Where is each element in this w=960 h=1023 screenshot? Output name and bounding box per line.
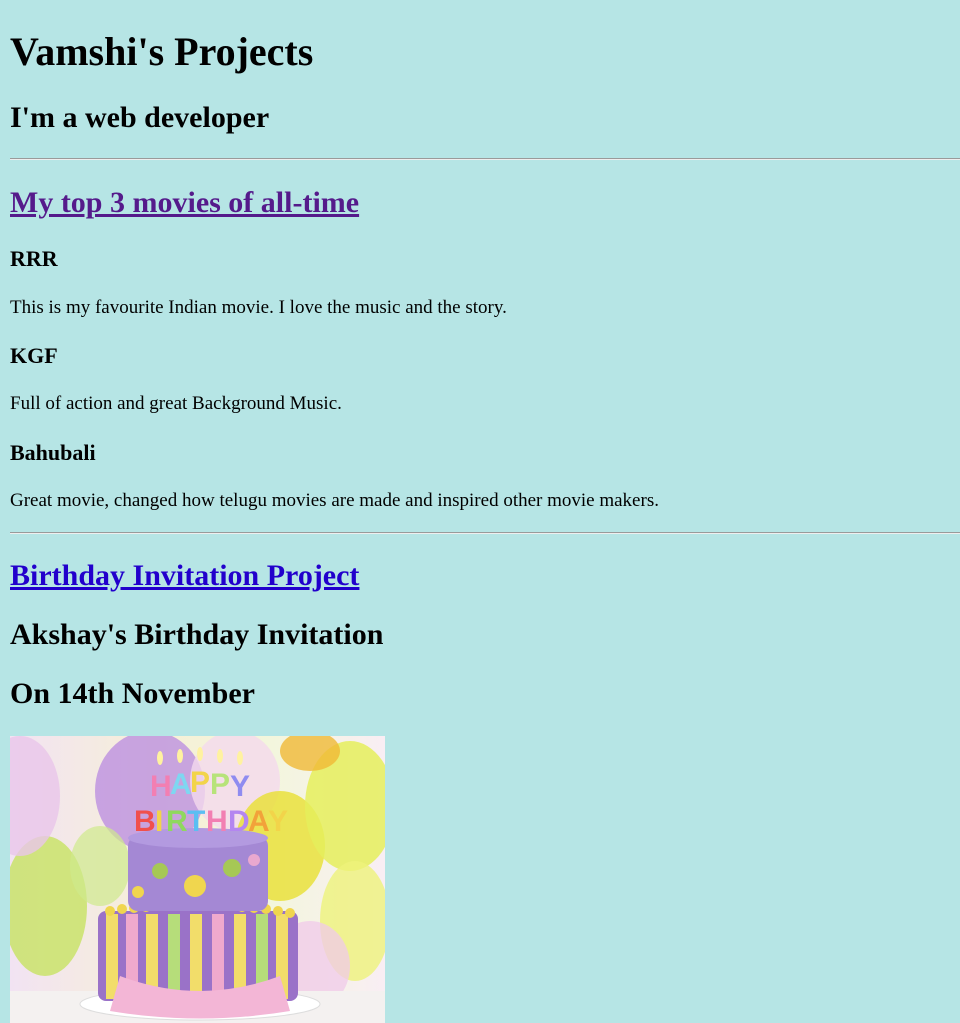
birthday-invitation-link[interactable]: Birthday Invitation Project — [10, 559, 359, 593]
svg-text:T: T — [187, 805, 205, 838]
balloon-icon — [70, 826, 130, 906]
movie-title: RRR — [10, 246, 58, 271]
movie-description: Great movie, changed how telugu movies a… — [10, 490, 659, 511]
invitation-date: On 14th November — [10, 677, 255, 710]
svg-text:P: P — [190, 766, 210, 799]
birthday-cake-image: H A P P Y B I R T H D A Y — [10, 736, 385, 1023]
birthday-cake-illustration: H A P P Y B I R T H D A Y — [10, 736, 385, 1023]
svg-text:H: H — [206, 805, 228, 838]
movie-title: KGF — [10, 343, 58, 368]
svg-text:H: H — [150, 770, 172, 803]
page-title: Vamshi's Projects — [10, 29, 314, 74]
svg-text:R: R — [166, 805, 188, 838]
divider — [10, 158, 960, 160]
page: Vamshi's Projects I'm a web developer My… — [0, 0, 960, 1023]
svg-text:B: B — [134, 805, 156, 838]
svg-text:P: P — [210, 768, 230, 801]
svg-text:A: A — [248, 805, 270, 838]
movie-description: Full of action and great Background Musi… — [10, 393, 342, 414]
movie-description: This is my favourite Indian movie. I lov… — [10, 297, 507, 318]
svg-text:Y: Y — [268, 805, 288, 838]
svg-text:I: I — [155, 805, 163, 838]
svg-text:Y: Y — [230, 770, 250, 803]
page-subtitle: I'm a web developer — [10, 101, 270, 134]
svg-text:A: A — [170, 768, 192, 801]
svg-text:D: D — [228, 805, 250, 838]
divider — [10, 532, 960, 534]
movie-title: Bahubali — [10, 440, 96, 465]
invitation-title: Akshay's Birthday Invitation — [10, 618, 384, 651]
movies-link[interactable]: My top 3 movies of all-time — [10, 186, 359, 220]
